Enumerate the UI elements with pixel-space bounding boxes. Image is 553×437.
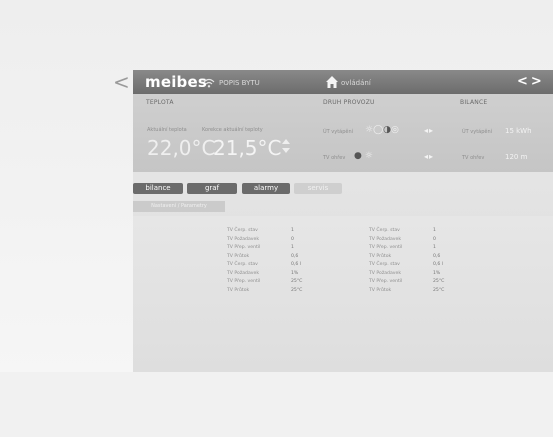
subtab-parameters[interactable]: Nastavení / Parametry [133,201,225,212]
sun-icon[interactable]: ☼◯ [365,125,383,135]
water-mode-arrows-icon[interactable]: ◂▸ [424,152,434,161]
druh-provozu-title: DRUH PROVOZU [323,99,375,106]
required-temp-value: 21,5°C [213,136,282,160]
stats-row: TV Průtok 25°C [227,287,303,293]
control-panel: meibes POPIS BYTU ovládání <> TEPLOTA Ak… [133,70,553,372]
house-label[interactable]: POPIS BYTU [219,79,260,87]
stats-row: TV Čerp. stav 0,6 l [227,262,302,267]
off-icon[interactable]: ◎ [391,125,399,135]
tab-graf[interactable]: graf [187,183,237,194]
teplota-title: TEPLOTA [146,99,174,106]
required-temp-label: Korekce aktuální teploty [202,127,263,133]
stats-row: TV Požadavek 1% [227,270,299,276]
stats-row: TV Požadavek 0 [227,236,294,242]
stats-row: TV Přep. ventil 25°C [227,279,303,284]
heating-mode-arrows-icon[interactable]: ◂▸ [424,126,434,135]
sun-small-icon[interactable]: ☼ [365,151,373,161]
stats-row: TV Přep. ventil 1 [369,245,436,250]
stats-row: TV Čerp. stav 1 [369,228,436,233]
bilance-water-label: TV ohřev [462,155,485,161]
heating-mode-label: ÚT vytápění [323,129,354,135]
stats-row: TV Čerp. stav 0,6 l [369,262,444,267]
stats-row: TV Průtok 0,6 [227,253,299,259]
stats-row: TV Čerp. stav 1 [227,228,294,233]
bilance-heating-value: 15 kWh [505,127,532,135]
wifi-icon [203,78,215,88]
heating-mode-icons[interactable]: ☼◯◑◎ [365,125,399,135]
stats-area: TV Čerp. stav 1 TV Požadavek 0 TV Přep. ve… [133,216,553,372]
tab-alarmy[interactable]: alarmy [242,183,290,194]
nav-arrows-icon[interactable]: <> [517,74,545,89]
tab-bilance[interactable]: bilance [133,183,183,194]
moon-icon[interactable]: ◑ [383,125,391,135]
tab-servis[interactable]: servis [294,183,342,194]
stats-row: TV Požadavek 0 [369,236,436,242]
stats-row: TV Přep. ventil 25°C [369,279,445,284]
stats-left-column: TV Čerp. stav 1 TV Požadavek 0 TV Přep. ve… [227,228,302,296]
water-mode-icons[interactable]: ● ☼ [354,151,373,161]
actual-temp-label: Aktuální teplota [147,127,187,133]
page-footer-band [0,372,553,437]
actual-temp-value: 22,0°C [147,136,216,160]
stats-right-column: TV Čerp. stav 1 TV Požadavek 0 TV Přep. ve… [369,228,444,296]
stats-row: TV Průtok 0,6 [369,253,441,259]
bilance-water-value: 120 m [505,153,528,161]
stats-row: TV Průtok 25°C [369,287,445,293]
stats-row: TV Přep. ventil 1 [227,245,294,250]
home-icon[interactable] [325,75,339,89]
info-bar: TEPLOTA Aktuální teplota Korekce aktuáln… [133,94,553,172]
home-label[interactable]: ovládání [341,79,371,87]
top-bar: meibes POPIS BYTU ovládání <> [133,70,553,94]
water-mode-label: TV ohřev [323,155,346,161]
bilance-title: BILANCE [460,99,488,106]
bilance-heating-label: ÚT vytápění [462,129,493,135]
drop-icon[interactable]: ● [354,151,362,161]
stats-row: TV Požadavek 1% [369,270,441,276]
brand-logo: meibes [145,73,207,91]
back-chevron-icon[interactable]: < [113,72,130,92]
temp-stepper-icon[interactable] [282,139,290,153]
